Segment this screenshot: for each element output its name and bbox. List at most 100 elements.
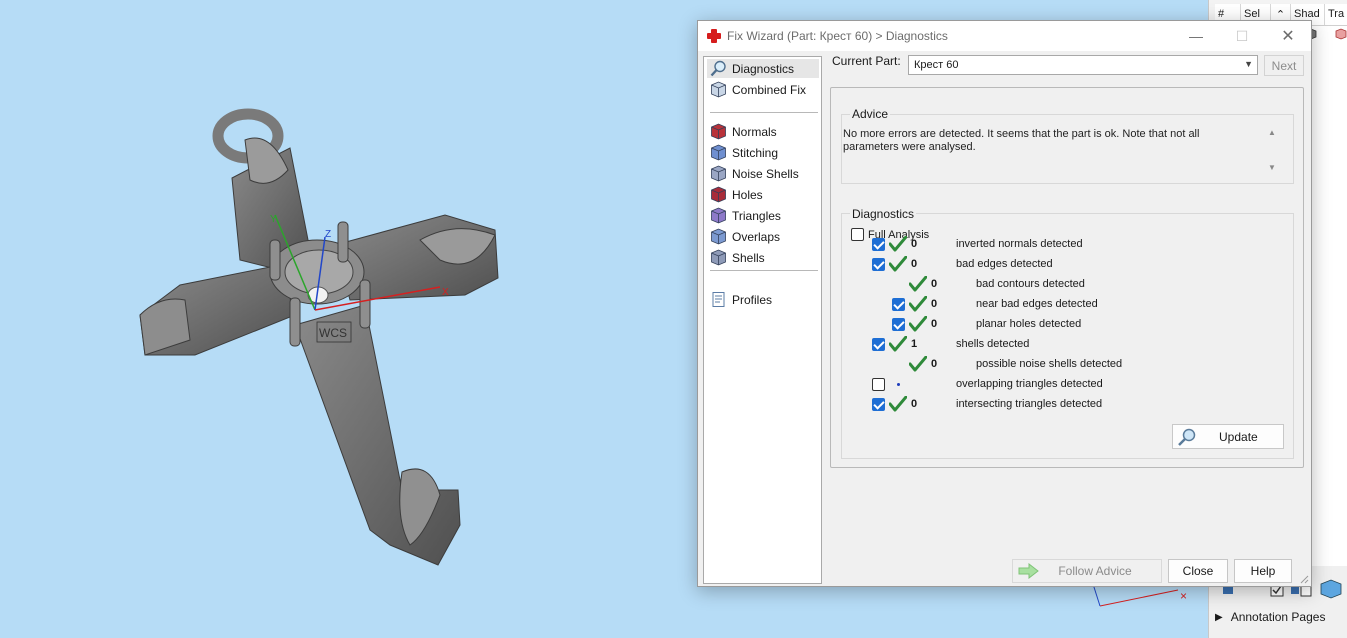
- wcs-label: WCS: [319, 326, 347, 340]
- nav-separator: [710, 112, 818, 113]
- close-window-button[interactable]: ✕: [1265, 21, 1311, 51]
- scroll-up-icon[interactable]: ▲: [1268, 128, 1276, 137]
- nav-item-diagnostics[interactable]: Diagnostics: [707, 59, 819, 78]
- nav-item-noise-shells[interactable]: Noise Shells: [707, 164, 819, 183]
- diagnostic-count: 0: [911, 238, 918, 250]
- diagnostic-label: overlapping triangles detected: [956, 378, 1103, 390]
- nav-separator: [710, 270, 818, 271]
- diagnostic-checkbox[interactable]: [872, 238, 885, 251]
- nav-item-label: Overlaps: [732, 229, 781, 244]
- overlaps-icon: [711, 228, 726, 245]
- diagnostic-label: shells detected: [956, 338, 1030, 350]
- annotation-pages-label: Annotation Pages: [1230, 610, 1326, 624]
- dialog-title: Fix Wizard (Part: Крест 60) > Diagnostic…: [727, 29, 948, 43]
- annotation-pages-row[interactable]: ▶ Annotation Pages: [1215, 610, 1325, 624]
- svg-text:×: ×: [1180, 589, 1187, 603]
- nav-item-combined-fix[interactable]: Combined Fix: [707, 80, 819, 99]
- fix-wizard-dialog: Fix Wizard (Part: Крест 60) > Diagnostic…: [697, 20, 1312, 587]
- nav-item-normals[interactable]: Normals: [707, 122, 819, 141]
- nav-item-holes[interactable]: Holes: [707, 185, 819, 204]
- dialog-titlebar[interactable]: Fix Wizard (Part: Крест 60) > Diagnostic…: [698, 21, 1311, 51]
- red-cross-icon: [707, 29, 721, 43]
- follow-advice-button[interactable]: Follow Advice: [1012, 559, 1162, 583]
- diagnostic-label: intersecting triangles detected: [956, 398, 1103, 410]
- axis-z-label: Z: [325, 229, 331, 240]
- diagnostic-checkbox[interactable]: [872, 258, 885, 271]
- diagnostics-title: Diagnostics: [850, 207, 917, 221]
- current-part-select[interactable]: Крест 60 ▼: [908, 55, 1258, 75]
- diagnostic-label: inverted normals detected: [956, 238, 1083, 250]
- diagnostic-count: 0: [931, 358, 938, 370]
- current-part-value: Крест 60: [914, 59, 959, 71]
- holes-icon: [711, 186, 726, 203]
- nav-item-label: Noise Shells: [732, 166, 799, 181]
- diagnostic-count: 0: [931, 318, 938, 330]
- minimize-button[interactable]: —: [1173, 21, 1219, 51]
- nav-item-label: Stitching: [732, 145, 779, 160]
- diagnostic-count: 1: [911, 338, 918, 350]
- diagnostic-label: near bad edges detected: [976, 298, 1098, 310]
- triangles-icon: [711, 207, 726, 224]
- green-check-icon: [889, 396, 907, 412]
- green-arrow-icon: [1018, 563, 1039, 579]
- diagnostic-checkbox[interactable]: [892, 298, 905, 311]
- green-check-icon: [909, 316, 927, 332]
- magnifier-icon: [710, 60, 726, 77]
- nav-item-label: Shells: [732, 250, 765, 265]
- diagnostic-count: 0: [911, 258, 918, 270]
- expand-triangle-icon[interactable]: ▶: [1215, 612, 1223, 623]
- green-check-icon: [909, 356, 927, 372]
- green-check-icon: [889, 336, 907, 352]
- wizard-nav-list: Diagnostics Combined Fix Normals Stitching N…: [703, 56, 822, 584]
- update-label: Update: [1219, 429, 1258, 444]
- diagnostic-count: 0: [931, 298, 938, 310]
- diagnostic-label: planar holes detected: [976, 318, 1082, 330]
- column-transparent[interactable]: Tra: [1325, 4, 1347, 25]
- advice-scrollbar[interactable]: ▲ ▼: [1267, 128, 1279, 172]
- diagnostic-label: bad contours detected: [976, 278, 1085, 290]
- profiles-icon: [712, 292, 725, 307]
- diagnostic-checkbox[interactable]: [872, 338, 885, 351]
- diagnostic-checkbox[interactable]: [872, 398, 885, 411]
- update-button[interactable]: Update: [1172, 424, 1284, 449]
- close-button[interactable]: Close: [1168, 559, 1228, 583]
- nav-item-label: Combined Fix: [732, 82, 807, 97]
- diagnostic-label: bad edges detected: [956, 258, 1053, 270]
- resize-grip-icon[interactable]: [1299, 574, 1309, 584]
- nav-item-shells[interactable]: Shells: [707, 248, 819, 267]
- green-check-icon: [889, 236, 907, 252]
- advice-title: Advice: [850, 107, 891, 121]
- chevron-down-icon: ▼: [1244, 59, 1253, 69]
- advice-text: No more errors are detected. It seems th…: [843, 128, 1200, 153]
- green-check-icon: [909, 276, 927, 292]
- diagnostic-checkbox[interactable]: [892, 318, 905, 331]
- nav-item-stitching[interactable]: Stitching: [707, 143, 819, 162]
- nav-item-label: Holes: [732, 187, 763, 202]
- diagnostic-count: 0: [931, 278, 938, 290]
- nav-item-triangles[interactable]: Triangles: [707, 206, 819, 225]
- axis-x-label: X: [442, 287, 449, 298]
- next-button[interactable]: Next: [1264, 55, 1304, 76]
- nav-item-profiles[interactable]: Profiles: [707, 290, 819, 309]
- help-button[interactable]: Help: [1234, 559, 1292, 583]
- diagnostic-checkbox[interactable]: [872, 378, 885, 391]
- nav-item-label: Profiles: [732, 292, 773, 307]
- nav-item-label: Normals: [732, 124, 777, 139]
- maximize-button[interactable]: ☐: [1219, 21, 1265, 51]
- green-check-icon: [889, 256, 907, 272]
- noise-shells-icon: [711, 165, 726, 182]
- magnifier-icon: [1178, 428, 1196, 446]
- scroll-down-icon[interactable]: ▼: [1268, 163, 1276, 172]
- nav-item-overlaps[interactable]: Overlaps: [707, 227, 819, 246]
- cross-model[interactable]: Y Z X WCS: [120, 100, 520, 580]
- diagnostic-label: possible noise shells detected: [976, 358, 1123, 370]
- shells-icon: [711, 249, 726, 266]
- stitching-icon: [711, 144, 726, 161]
- green-check-icon: [909, 296, 927, 312]
- diagnostics-panel: Advice No more errors are detected. It s…: [830, 87, 1304, 468]
- full-analysis-checkbox[interactable]: [851, 228, 864, 241]
- nav-item-label: Diagnostics: [732, 61, 795, 76]
- transparent-cube-icon[interactable]: [1335, 28, 1347, 40]
- nav-item-label: Triangles: [732, 208, 781, 223]
- normals-cube-icon: [711, 123, 726, 140]
